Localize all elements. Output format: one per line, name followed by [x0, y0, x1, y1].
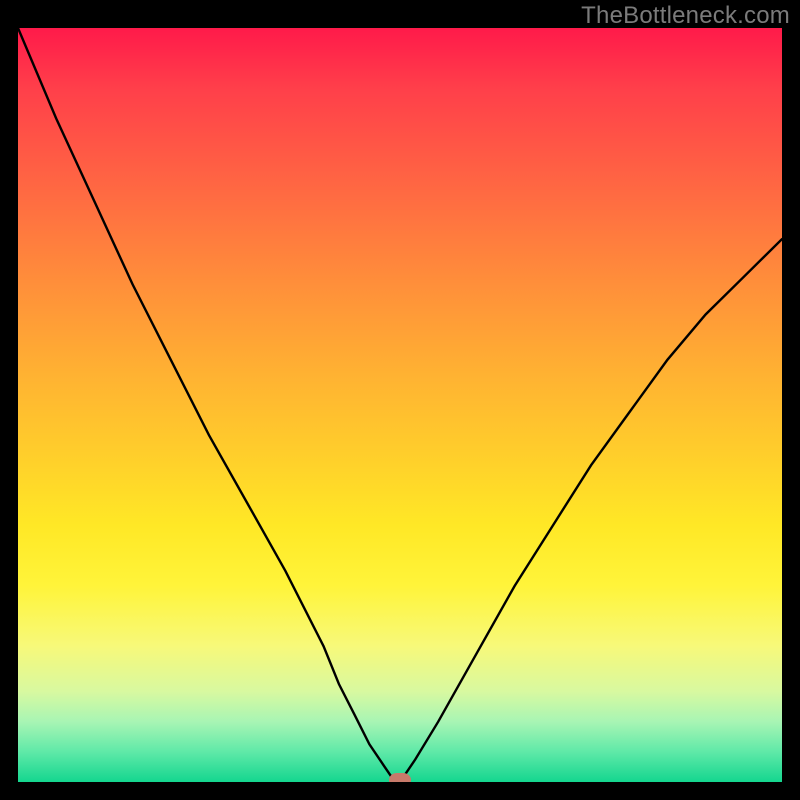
- watermark-text: TheBottleneck.com: [581, 2, 790, 30]
- plot-area: [18, 28, 782, 782]
- bottleneck-curve: [18, 28, 782, 782]
- optimal-point-marker: [389, 773, 411, 782]
- chart-frame: TheBottleneck.com: [0, 0, 800, 800]
